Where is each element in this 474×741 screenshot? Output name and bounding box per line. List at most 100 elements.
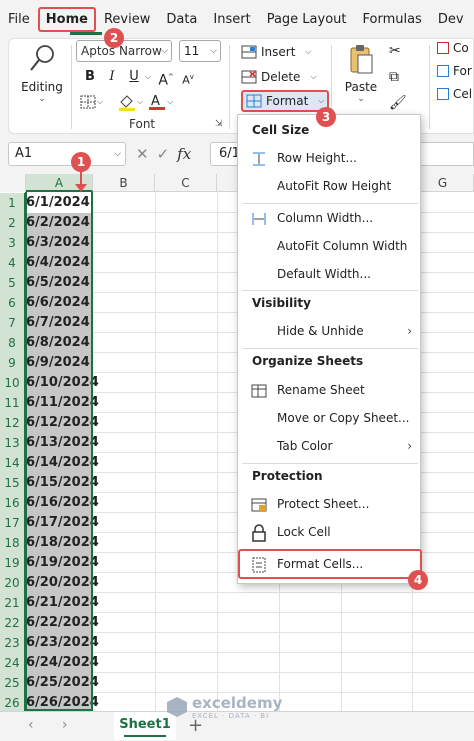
paste-button[interactable]: Paste ⌄ [339,43,383,104]
delete-button[interactable]: Delete ⌵ [241,66,317,88]
paste-label: Paste [344,80,378,94]
row-header[interactable]: 24 [0,653,26,673]
menu-file[interactable]: File [0,12,38,27]
bold-button[interactable]: B [79,67,101,87]
rename-sheet-icon [251,384,267,398]
format-as-table-button[interactable]: For [437,64,472,78]
menu-formulas[interactable]: Formulas [354,12,429,27]
row-header[interactable]: 18 [0,533,26,553]
default-width-item[interactable]: Default Width... [240,261,420,287]
active-sheet-underline [124,735,166,737]
borders-icon[interactable] [79,94,97,110]
autofit-row-height-item[interactable]: AutoFit Row Height [240,173,420,199]
menu-page-layout[interactable]: Page Layout [259,12,355,27]
decrease-font-icon[interactable]: Av [177,67,199,87]
delete-label: Delete [261,70,301,84]
font-size-select[interactable]: 11 ⌵ [179,40,221,62]
lock-cell-item[interactable]: Lock Cell [240,519,420,545]
menu-home[interactable]: Home [37,6,96,32]
row-header[interactable]: 10 [0,373,26,393]
copy-icon[interactable]: ⧉ [389,69,407,85]
function-icon[interactable]: fx [177,145,191,163]
select-all-corner[interactable] [0,174,26,192]
font-color-icon[interactable]: A [147,93,167,111]
delete-cells-icon [241,70,257,84]
row-header[interactable]: 4 [0,253,26,273]
chevron-down-icon[interactable]: ⌵ [167,97,173,107]
conditional-formatting-button[interactable]: Co [437,41,472,55]
sheet-tab-label: Sheet1 [119,717,171,732]
protect-sheet-item[interactable]: Protect Sheet... [240,491,420,517]
font-style-row: B I U ⌵ A^ Av [79,67,199,89]
format-button[interactable]: Format ⌵ [241,90,330,112]
row-header[interactable]: 2 [0,213,26,233]
row-header[interactable]: 11 [0,393,26,413]
column-header-g[interactable]: G [412,174,474,192]
check-icon[interactable]: ✓ [157,145,170,163]
row-header[interactable]: 14 [0,453,26,473]
insert-button[interactable]: Insert ⌵ [241,41,312,63]
callout-badge-2: 2 [104,28,124,48]
font-size-value: 11 [184,44,200,58]
row-header[interactable]: 17 [0,513,26,533]
row-header[interactable]: 16 [0,493,26,513]
editing-button[interactable]: Editing ⌄ [17,43,67,104]
format-cells-label: Format Cells... [277,557,364,571]
row-header[interactable]: 25 [0,673,26,693]
next-sheet-icon[interactable]: › [62,717,68,733]
row-header[interactable]: 21 [0,593,26,613]
cancel-icon[interactable]: ✕ [136,145,149,163]
cut-icon[interactable]: ✂ [389,43,407,59]
column-header-c[interactable]: C [155,174,217,192]
row-header[interactable]: 23 [0,633,26,653]
chevron-down-icon[interactable]: ⌵ [145,72,151,82]
menu-review[interactable]: Review [96,12,158,27]
prev-sheet-icon[interactable]: ‹ [28,717,34,733]
grid-icon [437,42,449,54]
dialog-launcher-icon[interactable]: ⇲ [215,119,223,129]
callout-badge-3: 3 [316,107,336,127]
row-header[interactable]: 22 [0,613,26,633]
row-header[interactable]: 26 [0,693,26,711]
row-header[interactable]: 8 [0,333,26,353]
format-cells-icon [252,557,266,573]
font-name-select[interactable]: Aptos Narrow ⌵ [76,40,172,62]
row-header[interactable]: 20 [0,573,26,593]
name-box[interactable]: A1 ⌵ [8,142,126,166]
row-header[interactable]: 7 [0,313,26,333]
format-painter-icon[interactable]: 🖌 [389,95,407,111]
row-header[interactable]: 15 [0,473,26,493]
rename-sheet-item[interactable]: Rename Sheet [240,377,420,403]
menu-developer[interactable]: Dev [430,12,472,27]
row-header[interactable]: 3 [0,233,26,253]
chevron-down-icon: ⌄ [357,94,365,104]
format-cells-item[interactable]: Format Cells... [238,549,422,579]
move-copy-sheet-item[interactable]: Move or Copy Sheet... [240,405,420,431]
italic-button[interactable]: I [101,67,123,87]
row-header[interactable]: 6 [0,293,26,313]
row-header[interactable]: 1 [0,193,26,213]
chevron-down-icon[interactable]: ⌵ [97,97,103,107]
autofit-column-width-item[interactable]: AutoFit Column Width [240,233,420,259]
column-width-item[interactable]: Column Width... [240,205,420,231]
chevron-down-icon: ⌵ [310,72,317,81]
chevron-down-icon: ⌵ [210,46,217,56]
fill-color-icon[interactable] [117,93,137,111]
underline-button[interactable]: U [123,67,145,87]
hide-unhide-item[interactable]: Hide & Unhide › [240,318,420,344]
row-height-item[interactable]: Row Height... [240,145,420,171]
menu-data[interactable]: Data [158,12,205,27]
increase-font-icon[interactable]: A^ [155,67,177,89]
row-header[interactable]: 13 [0,433,26,453]
row-header[interactable]: 5 [0,273,26,293]
cell-styles-button[interactable]: Cel [437,87,472,101]
row-header[interactable]: 12 [0,413,26,433]
chevron-down-icon: ⌵ [318,96,325,105]
tab-color-item[interactable]: Tab Color › [240,433,420,459]
chevron-down-icon[interactable]: ⌵ [137,97,143,107]
menu-insert[interactable]: Insert [205,12,258,27]
row-header[interactable]: 19 [0,553,26,573]
row-header[interactable]: 9 [0,353,26,373]
insert-cells-icon [241,45,257,59]
column-header-b[interactable]: B [93,174,155,192]
